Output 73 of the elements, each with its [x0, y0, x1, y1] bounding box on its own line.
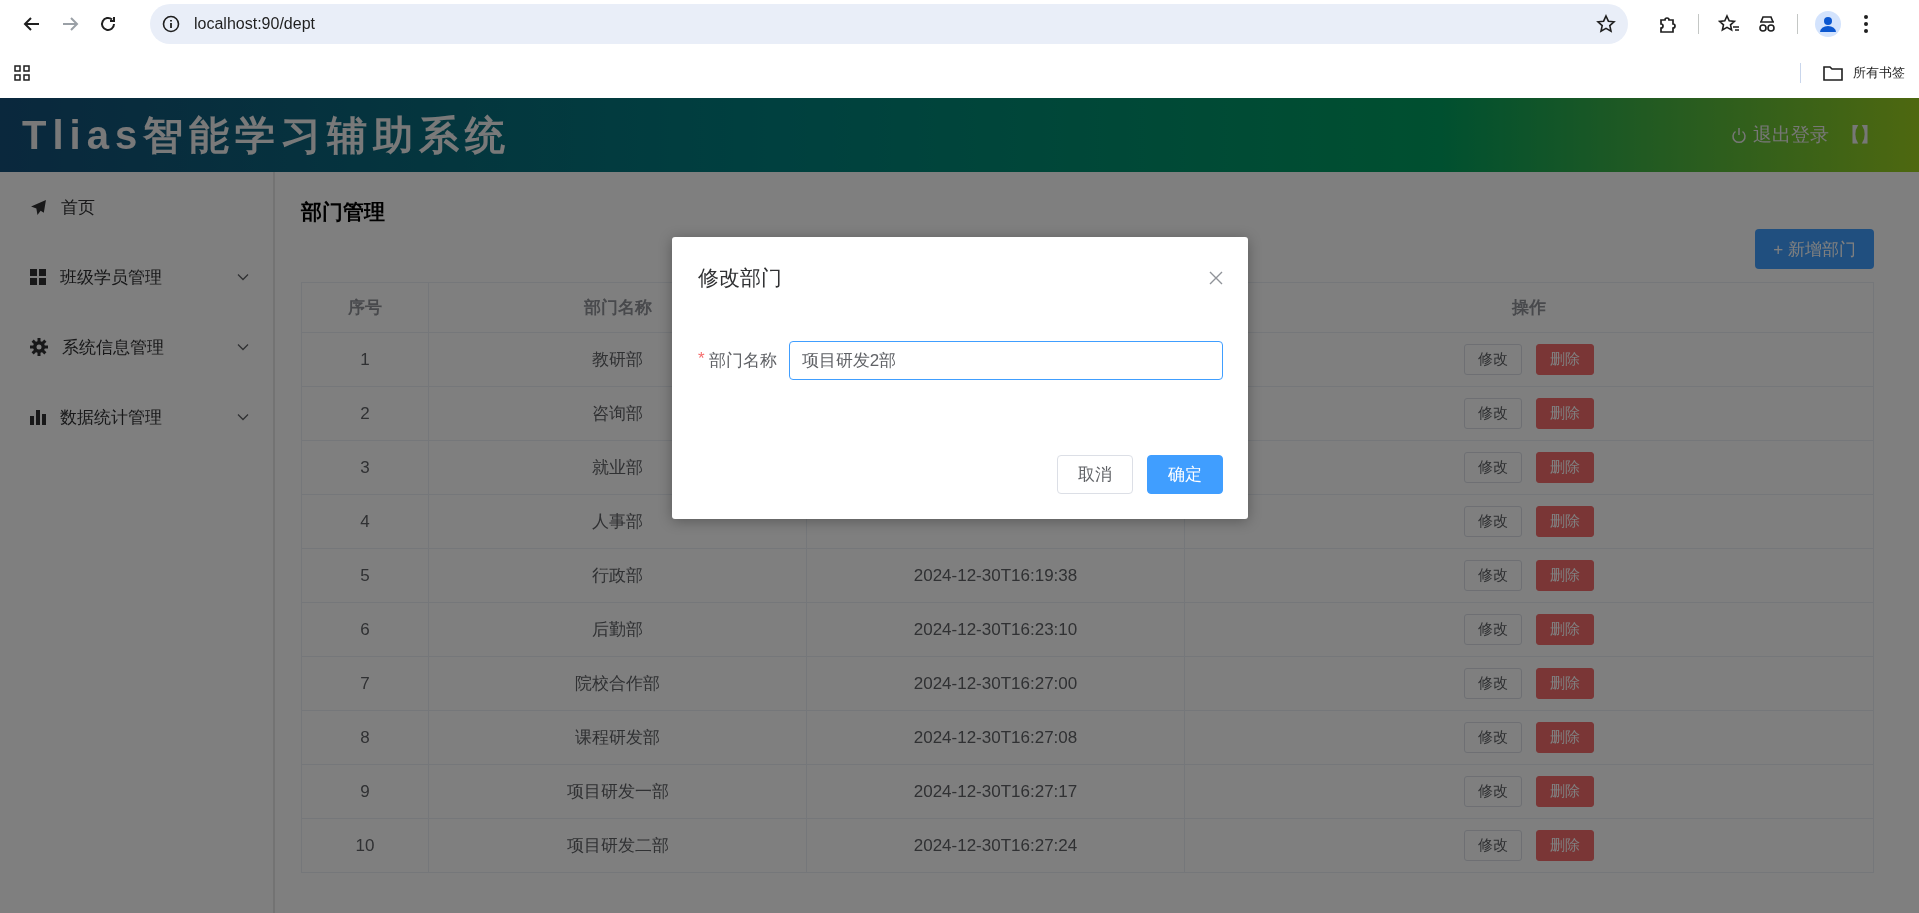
folder-icon[interactable]: [1823, 65, 1843, 81]
table-cell: 1: [301, 332, 429, 387]
name-input-field[interactable]: 项目研发2部: [788, 341, 1223, 380]
edit-button[interactable]: 修改: [1464, 668, 1522, 699]
sidebar-item[interactable]: 班级学员管理: [0, 242, 273, 312]
delete-button[interactable]: 删除: [1536, 452, 1594, 483]
page-title: 部门管理: [301, 199, 385, 225]
table-cell: 2024-12-30T16:27:17: [806, 764, 1185, 819]
gear-icon: [30, 338, 48, 356]
delete-button[interactable]: 删除: [1536, 344, 1594, 375]
table-cell: 10: [301, 818, 429, 873]
delete-button[interactable]: 删除: [1536, 668, 1594, 699]
edit-button[interactable]: 修改: [1464, 722, 1522, 753]
edit-button[interactable]: 修改: [1464, 560, 1522, 591]
table-cell: 2024-12-30T16:23:10: [806, 602, 1185, 657]
field-label: 部门名称: [708, 350, 777, 372]
paper-plane-icon: [30, 198, 47, 216]
delete-button[interactable]: 删除: [1536, 398, 1594, 429]
table-cell: 课程研发部: [428, 710, 807, 765]
table-cell: 8: [301, 710, 429, 765]
table-cell: 2024-12-30T16:27:08: [806, 710, 1185, 765]
table-cell: 3: [301, 440, 429, 495]
app-title: Tlias智能学习辅助系统: [22, 111, 512, 159]
url-text: localhost:90/dept: [194, 15, 316, 33]
table-cell: 2024-12-30T16:19:38: [806, 548, 1185, 603]
table-cell: 2024-12-30T16:27:24: [806, 818, 1185, 873]
bracket-text: 【】: [1841, 123, 1879, 147]
apps-icon[interactable]: [14, 65, 30, 81]
table-cell: 7: [301, 656, 429, 711]
table-cell: 行政部: [428, 548, 807, 603]
table-cell: 9: [301, 764, 429, 819]
reload-icon[interactable]: [99, 15, 117, 33]
address-bar[interactable]: localhost:90/dept: [150, 4, 1628, 44]
star-list-icon[interactable]: [1718, 14, 1740, 34]
table-cell: 6: [301, 602, 429, 657]
table-cell: 项目研发二部: [428, 818, 807, 873]
delete-button[interactable]: 删除: [1536, 506, 1594, 537]
delete-button[interactable]: 删除: [1536, 830, 1594, 861]
edit-button[interactable]: 修改: [1464, 344, 1522, 375]
glasses-icon[interactable]: [1756, 14, 1778, 34]
cancel-button[interactable]: 取消: [1057, 455, 1133, 494]
menu-icon[interactable]: [1863, 14, 1869, 34]
star-icon[interactable]: [1596, 14, 1616, 34]
edit-button[interactable]: 修改: [1464, 452, 1522, 483]
table-cell: 后勤部: [428, 602, 807, 657]
sidebar-item[interactable]: 首页: [0, 172, 273, 242]
table-cell: 项目研发一部: [428, 764, 807, 819]
grid-icon: [30, 269, 46, 285]
sidebar-item[interactable]: 系统信息管理: [0, 312, 273, 382]
edit-button[interactable]: 修改: [1464, 614, 1522, 645]
avatar-icon[interactable]: [1815, 11, 1841, 37]
delete-button[interactable]: 删除: [1536, 560, 1594, 591]
info-icon[interactable]: [162, 15, 180, 33]
bar-chart-icon: [30, 409, 46, 425]
close-icon[interactable]: [1209, 271, 1223, 285]
delete-button[interactable]: 删除: [1536, 776, 1594, 807]
edit-button[interactable]: 修改: [1464, 398, 1522, 429]
edit-button[interactable]: 修改: [1464, 506, 1522, 537]
required-mark: *: [698, 349, 705, 370]
edit-button[interactable]: 修改: [1464, 776, 1522, 807]
delete-button[interactable]: 删除: [1536, 614, 1594, 645]
puzzle-icon[interactable]: [1658, 14, 1678, 34]
table-cell: 5: [301, 548, 429, 603]
table-cell: 4: [301, 494, 429, 549]
table-cell: 2: [301, 386, 429, 441]
bookmarks-label[interactable]: 所有书签: [1853, 64, 1905, 82]
table-cell: 2024-12-30T16:27:00: [806, 656, 1185, 711]
confirm-button[interactable]: 确定: [1147, 455, 1223, 494]
sidebar-item[interactable]: 数据统计管理: [0, 382, 273, 452]
edit-button[interactable]: 修改: [1464, 830, 1522, 861]
table-cell: 院校合作部: [428, 656, 807, 711]
add-department-button[interactable]: + 新增部门: [1755, 229, 1874, 269]
delete-button[interactable]: 删除: [1536, 722, 1594, 753]
